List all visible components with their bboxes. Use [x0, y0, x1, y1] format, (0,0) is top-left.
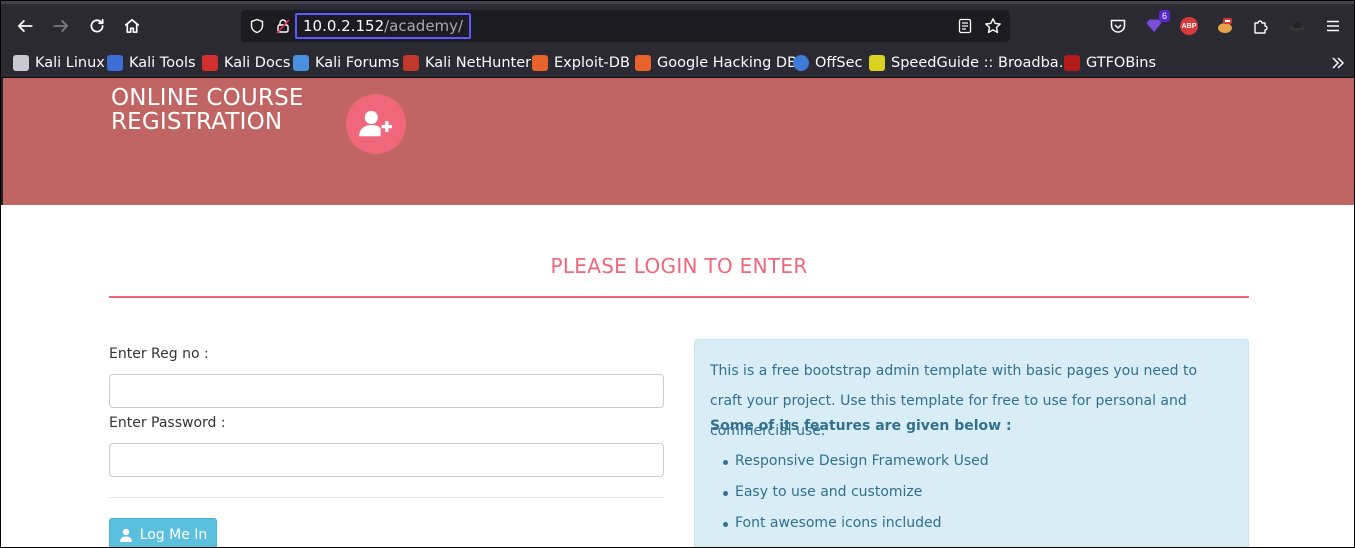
features-title: Some of its features are given below : — [710, 418, 1012, 434]
hat-extension-button[interactable] — [1287, 16, 1307, 36]
form-divider — [109, 497, 664, 498]
bookmark-label: Kali Tools — [129, 55, 196, 71]
bookmark-label: Google Hacking DB — [657, 55, 798, 71]
bookmark-label: Kali Forums — [315, 55, 400, 71]
brand-line-2: REGISTRATION — [111, 109, 283, 135]
brand-line-1: ONLINE COURSE — [111, 85, 304, 111]
back-button[interactable] — [12, 13, 38, 39]
bookmark-speedguide[interactable]: SpeedGuide :: Broadba… — [869, 53, 1073, 73]
user-plus-icon — [346, 94, 406, 154]
kali-docs-icon — [202, 55, 218, 71]
insecure-lock-icon[interactable] — [275, 18, 291, 34]
site-brand[interactable]: ONLINE COURSE REGISTRATION — [111, 86, 304, 134]
reg-no-label: Enter Reg no : — [109, 346, 209, 362]
pocket-icon — [1110, 19, 1126, 33]
bookmark-label: SpeedGuide :: Broadba… — [891, 55, 1074, 71]
exploit-db-icon — [532, 55, 548, 71]
bookmark-kali-forums[interactable]: Kali Forums — [293, 53, 399, 73]
tracking-shield-icon[interactable] — [249, 18, 265, 34]
reg-no-input[interactable] — [109, 374, 664, 408]
title-divider — [109, 296, 1249, 298]
bookmark-gtfobins[interactable]: GTFOBins — [1064, 53, 1156, 73]
speedguide-icon — [869, 55, 885, 71]
list-item: Easy to use and customize — [710, 477, 989, 508]
list-item: Font awesome icons included — [710, 508, 989, 539]
url-host: 10.0.2.152 — [303, 17, 385, 35]
reload-icon — [90, 18, 104, 33]
foxyproxy-icon — [1218, 18, 1232, 33]
bookmark-kali-docs[interactable]: Kali Docs — [202, 53, 290, 73]
kali-forums-icon — [293, 55, 309, 71]
offsec-icon — [793, 55, 809, 71]
url-text[interactable]: 10.0.2.152/academy/ — [295, 13, 472, 39]
browser-toolbar: 10.0.2.152/academy/ 6 ABP — [1, 1, 1354, 47]
extensions-button[interactable] — [1251, 16, 1271, 36]
features-list: Responsive Design Framework Used Easy to… — [710, 446, 989, 539]
login-button-label: Log Me In — [139, 527, 208, 543]
bookmark-label: Kali NetHunter — [425, 55, 532, 71]
puzzle-icon — [1254, 20, 1268, 34]
home-button[interactable] — [119, 13, 145, 39]
pocket-button[interactable] — [1108, 16, 1128, 36]
bookmark-label: Exploit-DB — [554, 55, 630, 71]
adblock-icon: ABP — [1180, 17, 1198, 35]
login-button[interactable]: Log Me In — [109, 518, 217, 547]
nethunter-icon — [403, 55, 419, 71]
extension-badge: 6 — [1158, 10, 1170, 22]
reader-view-icon[interactable] — [957, 18, 973, 34]
bookmark-label: GTFOBins — [1086, 55, 1157, 71]
bookmark-kali-nethunter[interactable]: Kali NetHunter — [403, 53, 531, 73]
arrow-left-icon — [17, 20, 33, 32]
bookmark-exploit-db[interactable]: Exploit-DB — [532, 53, 630, 73]
gtfobins-icon — [1064, 55, 1080, 71]
bookmark-label: Kali Docs — [224, 55, 291, 71]
info-panel: This is a free bootstrap admin template … — [694, 339, 1249, 547]
bookmark-ghdb[interactable]: Google Hacking DB — [635, 53, 797, 73]
password-label: Enter Password : — [109, 415, 226, 431]
adblock-button[interactable]: ABP — [1179, 16, 1199, 36]
page-content: ONLINE COURSE REGISTRATION PLEASE LOGIN … — [1, 78, 1354, 547]
extension-button[interactable]: 6 — [1144, 10, 1170, 36]
list-item: Responsive Design Framework Used — [710, 446, 989, 477]
forward-button[interactable] — [48, 13, 74, 39]
foxyproxy-button[interactable] — [1215, 16, 1235, 36]
bookmarks-overflow-button[interactable] — [1330, 55, 1346, 76]
bookmark-star-icon[interactable] — [984, 17, 1002, 35]
url-path: /academy/ — [384, 17, 464, 35]
password-input[interactable] — [109, 443, 664, 477]
browser-window: 10.0.2.152/academy/ 6 ABP Kali Linux Kal… — [0, 0, 1355, 548]
bookmark-label: Kali Linux — [35, 55, 105, 71]
ghdb-icon — [635, 55, 651, 71]
arrow-right-icon — [53, 20, 69, 32]
double-chevron-right-icon — [1332, 57, 1345, 69]
site-header: ONLINE COURSE REGISTRATION — [1, 78, 1354, 205]
hamburger-menu-icon — [1327, 20, 1339, 32]
bookmark-kali-linux[interactable]: Kali Linux — [13, 53, 105, 73]
user-icon — [119, 528, 132, 542]
page-title: PLEASE LOGIN TO ENTER — [550, 254, 808, 278]
bookmark-label: OffSec — [815, 55, 863, 71]
hat-icon — [1289, 22, 1305, 31]
address-bar[interactable]: 10.0.2.152/academy/ — [241, 10, 1010, 42]
menu-button[interactable] — [1323, 16, 1343, 36]
kali-dragon-icon — [13, 55, 29, 71]
bookmark-offsec[interactable]: OffSec — [793, 53, 863, 73]
reload-button[interactable] — [84, 13, 110, 39]
kali-tools-icon — [107, 55, 123, 71]
bookmarks-bar: Kali Linux Kali Tools Kali Docs Kali For… — [1, 47, 1354, 78]
home-icon — [124, 18, 140, 34]
bookmark-kali-tools[interactable]: Kali Tools — [107, 53, 196, 73]
